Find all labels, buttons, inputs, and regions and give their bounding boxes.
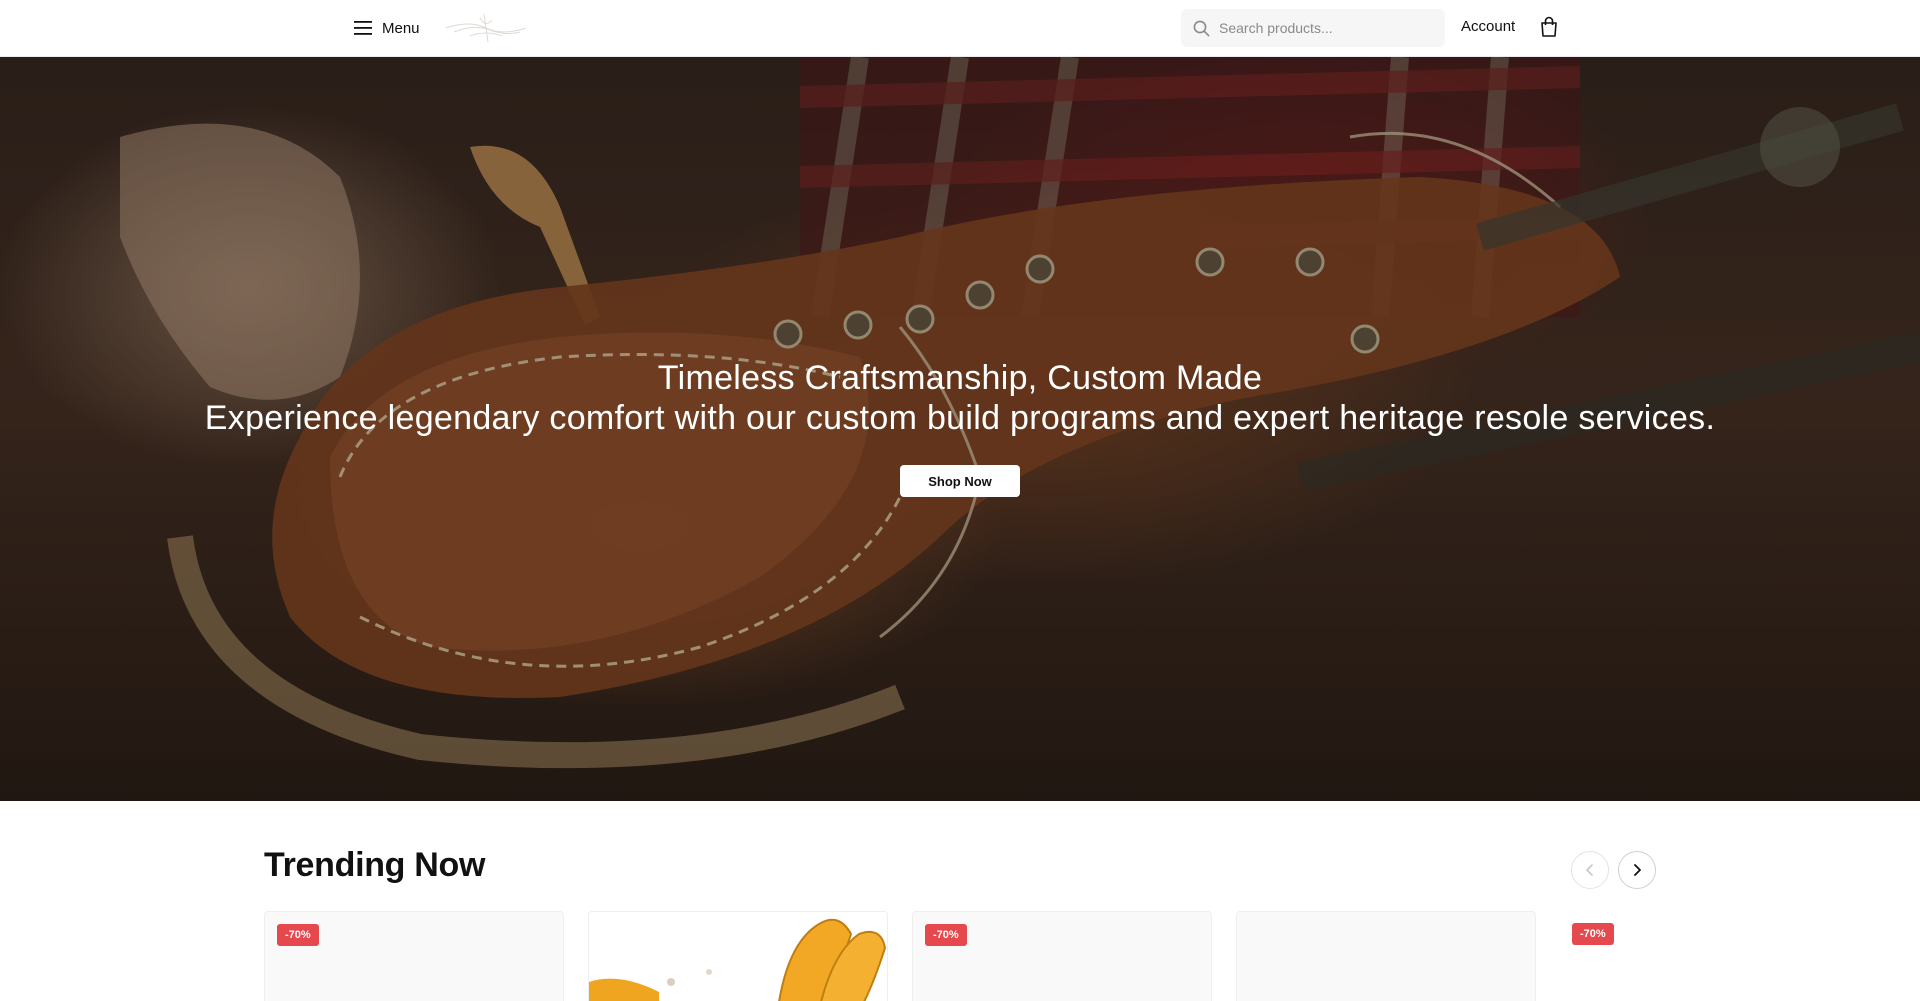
shop-now-button[interactable]: Shop Now [900, 465, 1020, 497]
chevron-right-icon [1634, 864, 1641, 876]
hero-title: Timeless Craftsmanship, Custom Made [657, 359, 1263, 397]
product-card[interactable]: -70% [264, 911, 564, 1001]
account-link[interactable]: Account [1461, 18, 1515, 35]
hero-content: Timeless Craftsmanship, Custom Made Expe… [0, 57, 1920, 801]
search-icon [1193, 20, 1210, 36]
menu-label: Menu [382, 19, 420, 37]
hamburger-menu-icon [354, 21, 372, 35]
product-card[interactable]: -70% [1560, 911, 1920, 1001]
discount-badge: -70% [1572, 923, 1614, 945]
hero-banner: Timeless Craftsmanship, Custom Made Expe… [0, 57, 1920, 801]
discount-badge: -70% [277, 924, 319, 946]
menu-button[interactable]: Menu [354, 16, 420, 40]
product-card[interactable] [588, 911, 888, 1001]
product-image [589, 912, 887, 1001]
search-input[interactable] [1219, 20, 1429, 36]
hero-subtitle: Experience legendary comfort with our cu… [204, 399, 1716, 437]
product-card[interactable]: -70% [912, 911, 1212, 1001]
chevron-left-icon [1586, 864, 1593, 876]
site-header: Menu Account [0, 0, 1920, 57]
shopping-bag-icon[interactable] [1538, 15, 1560, 39]
search-box [1181, 9, 1445, 47]
carousel-prev-button[interactable] [1571, 851, 1609, 889]
product-card[interactable] [1236, 911, 1536, 1001]
brand-logo[interactable] [440, 10, 532, 46]
carousel-next-button[interactable] [1618, 851, 1656, 889]
trending-section-title: Trending Now [264, 846, 486, 884]
discount-badge: -70% [925, 924, 967, 946]
